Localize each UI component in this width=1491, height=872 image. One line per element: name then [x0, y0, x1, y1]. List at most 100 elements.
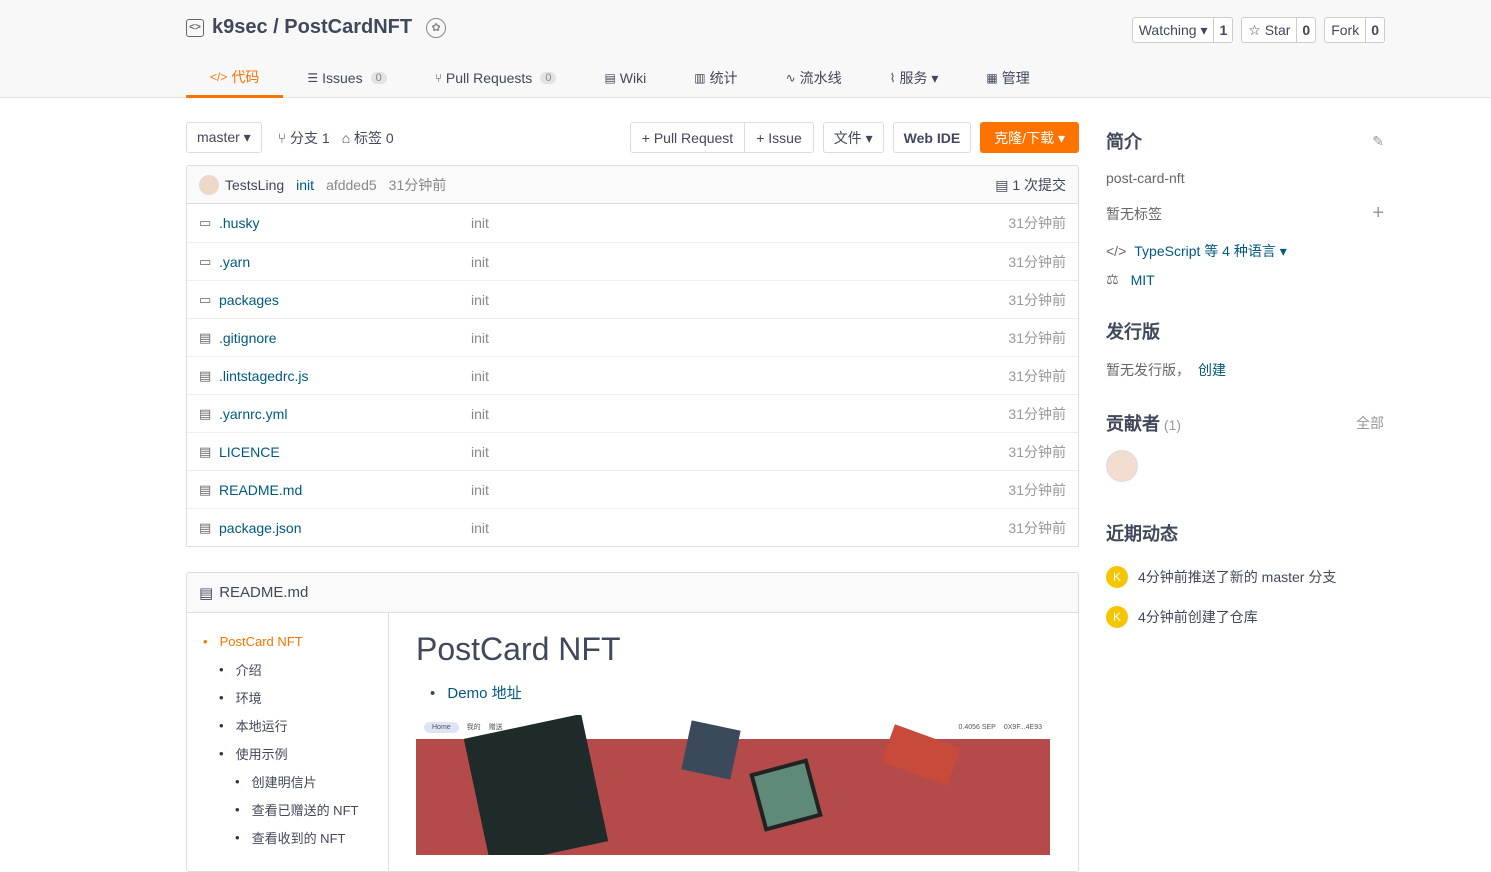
repo-sidebar: 简介 ✎ post-card-nft 暂无标签 + </> TypeScript 等…: [1106, 122, 1384, 628]
readme-header: ▤ README.md: [187, 573, 1078, 613]
toc-item[interactable]: 介绍: [203, 655, 388, 683]
repo-header: <> k9sec / PostCardNFT ✿ Watching ▾ 1 ☆ S…: [0, 0, 1491, 98]
branches-link[interactable]: ⑂ 分支 1: [278, 128, 330, 148]
file-name-link[interactable]: LICENCE: [219, 444, 471, 460]
file-commit-time: 31分钟前: [1008, 519, 1066, 536]
author-avatar[interactable]: [199, 174, 219, 195]
license-link[interactable]: MIT: [1131, 272, 1155, 288]
tag-icon: ⌂: [341, 129, 355, 146]
readme-panel: ▤README.md PostCard NFT介绍环境本地运行使用示例创建明信片…: [186, 572, 1079, 872]
file-commit-message[interactable]: init: [471, 254, 1008, 270]
toc-item[interactable]: 创建明信片: [203, 767, 388, 795]
file-commit-time: 31分钟前: [1008, 253, 1066, 270]
file-commit-message[interactable]: init: [471, 482, 1008, 498]
repo-title: <> k9sec / PostCardNFT ✿: [186, 16, 447, 39]
activity-avatar[interactable]: K: [1106, 566, 1128, 588]
clone-download-button[interactable]: 克隆/下载 ▾: [980, 122, 1079, 153]
repo-actions: Watching ▾ 1 ☆ Star 0 Fork 0: [1131, 17, 1385, 43]
toc-item[interactable]: 查看收到的 NFT: [203, 823, 388, 851]
tab-manage-label: 管理: [1001, 70, 1030, 86]
branch-icon: ⑂: [277, 129, 290, 146]
fork-count[interactable]: 0: [1365, 18, 1384, 42]
commit-hash[interactable]: afdded5: [326, 177, 377, 193]
toc-item[interactable]: 使用示例: [203, 739, 388, 767]
toc-item[interactable]: 本地运行: [203, 711, 388, 739]
fork-button[interactable]: Fork 0: [1324, 17, 1385, 43]
tab-code[interactable]: </> 代码: [186, 58, 284, 98]
file-commit-message[interactable]: init: [471, 292, 1008, 308]
file-commit-message[interactable]: init: [471, 330, 1008, 346]
file-name-link[interactable]: README.md: [219, 482, 471, 498]
tab-services-label: 服务 ▾: [899, 70, 939, 86]
tags-link[interactable]: ⌂ 标签 0: [342, 128, 394, 148]
file-name-link[interactable]: .husky: [219, 215, 471, 231]
file-name-link[interactable]: .yarnrc.yml: [219, 406, 471, 422]
file-commit-message[interactable]: init: [471, 368, 1008, 384]
file-row: ▭ .yarn init 31分钟前: [187, 242, 1078, 280]
readme-file-icon: ▤: [199, 584, 214, 602]
tab-wiki[interactable]: ▤ Wiki: [580, 58, 670, 98]
pipeline-icon: ∿: [785, 71, 796, 85]
tab-stats[interactable]: ▥ 统计: [670, 58, 761, 98]
demo-link[interactable]: Demo 地址: [447, 685, 521, 702]
tab-pipeline[interactable]: ∿ 流水线: [762, 58, 866, 98]
readme-heading: PostCard NFT: [416, 631, 621, 667]
create-release-link[interactable]: 创建: [1198, 360, 1226, 380]
file-icon: ▤: [199, 519, 212, 535]
file-commit-message[interactable]: init: [471, 406, 1008, 422]
watch-button[interactable]: Watching ▾ 1: [1131, 17, 1234, 43]
tab-issues[interactable]: ☰ Issues 0: [283, 58, 410, 98]
file-row: ▤ .lintstagedrc.js init 31分钟前: [187, 356, 1078, 394]
toc-item[interactable]: 环境: [203, 683, 388, 711]
file-name-link[interactable]: .yarn: [219, 254, 471, 270]
file-name-link[interactable]: package.json: [219, 520, 471, 536]
tab-pipeline-label: 流水线: [799, 70, 842, 86]
repo-tabs: </> 代码 ☰ Issues 0 ⑂ Pull Requests 0 ▤ Wiki ▥ 统计…: [186, 58, 1054, 98]
commit-author[interactable]: TestsLing: [225, 177, 284, 193]
web-ide-button[interactable]: Web IDE: [892, 122, 972, 153]
all-contributors-link[interactable]: 全部: [1356, 413, 1384, 433]
demo-screenshot: Home 我的 赠送 0.4056 SEP 0X9F...4E93: [416, 715, 1050, 855]
commit-message[interactable]: init: [296, 177, 314, 193]
star-count[interactable]: 0: [1296, 18, 1315, 42]
add-tag-icon[interactable]: +: [1372, 202, 1384, 225]
recommend-badge-icon: ✿: [426, 17, 447, 38]
file-commit-message[interactable]: init: [471, 520, 1008, 536]
tab-pull-requests[interactable]: ⑂ Pull Requests 0: [411, 58, 581, 98]
language-link[interactable]: TypeScript 等 4 种语言 ▾: [1134, 241, 1287, 261]
new-issue-button[interactable]: + Issue: [744, 123, 813, 152]
branch-select[interactable]: master ▾: [186, 122, 262, 153]
toc-item[interactable]: PostCard NFT: [203, 627, 388, 655]
toc-item[interactable]: 查看已赠送的 NFT: [203, 795, 388, 823]
file-name-link[interactable]: .lintstagedrc.js: [219, 368, 471, 384]
activity-avatar[interactable]: K: [1106, 606, 1128, 628]
readme-toc: PostCard NFT介绍环境本地运行使用示例创建明信片查看已赠送的 NFT查…: [187, 613, 389, 871]
star-button[interactable]: ☆ Star 0: [1241, 17, 1317, 43]
issues-icon: ☰: [307, 71, 319, 85]
contributor-avatar[interactable]: [1106, 450, 1138, 482]
file-name-link[interactable]: packages: [219, 292, 471, 308]
services-icon: ⌇: [889, 71, 896, 85]
new-pull-request-button[interactable]: + Pull Request: [631, 123, 744, 152]
intro-title: 简介: [1106, 132, 1142, 152]
repo-description: post-card-nft: [1106, 170, 1185, 186]
tab-services[interactable]: ⌇ 服务 ▾: [866, 58, 963, 98]
license-icon: ⚖: [1106, 271, 1119, 287]
commit-count-link[interactable]: ▤ 1 次提交: [995, 175, 1066, 195]
file-icon: ▤: [199, 405, 212, 421]
tab-manage[interactable]: ▦ 管理: [962, 58, 1053, 98]
repo-title-link[interactable]: k9sec / PostCardNFT: [212, 16, 412, 39]
readme-title: README.md: [219, 584, 309, 601]
file-commit-time: 31分钟前: [1008, 405, 1066, 422]
commits-icon: ▤: [995, 176, 1013, 193]
activity-text: 4分钟前推送了新的 master 分支: [1138, 569, 1337, 585]
file-menu-button[interactable]: 文件 ▾: [822, 122, 884, 153]
tab-pr-label: Pull Requests: [445, 70, 533, 86]
file-commit-message[interactable]: init: [471, 215, 1008, 231]
edit-icon[interactable]: ✎: [1372, 133, 1384, 150]
activity-text: 4分钟前创建了仓库: [1138, 609, 1258, 625]
file-name-link[interactable]: .gitignore: [219, 330, 471, 346]
watch-count[interactable]: 1: [1213, 18, 1232, 42]
file-commit-message[interactable]: init: [471, 444, 1008, 460]
tab-code-label: 代码: [231, 68, 260, 85]
